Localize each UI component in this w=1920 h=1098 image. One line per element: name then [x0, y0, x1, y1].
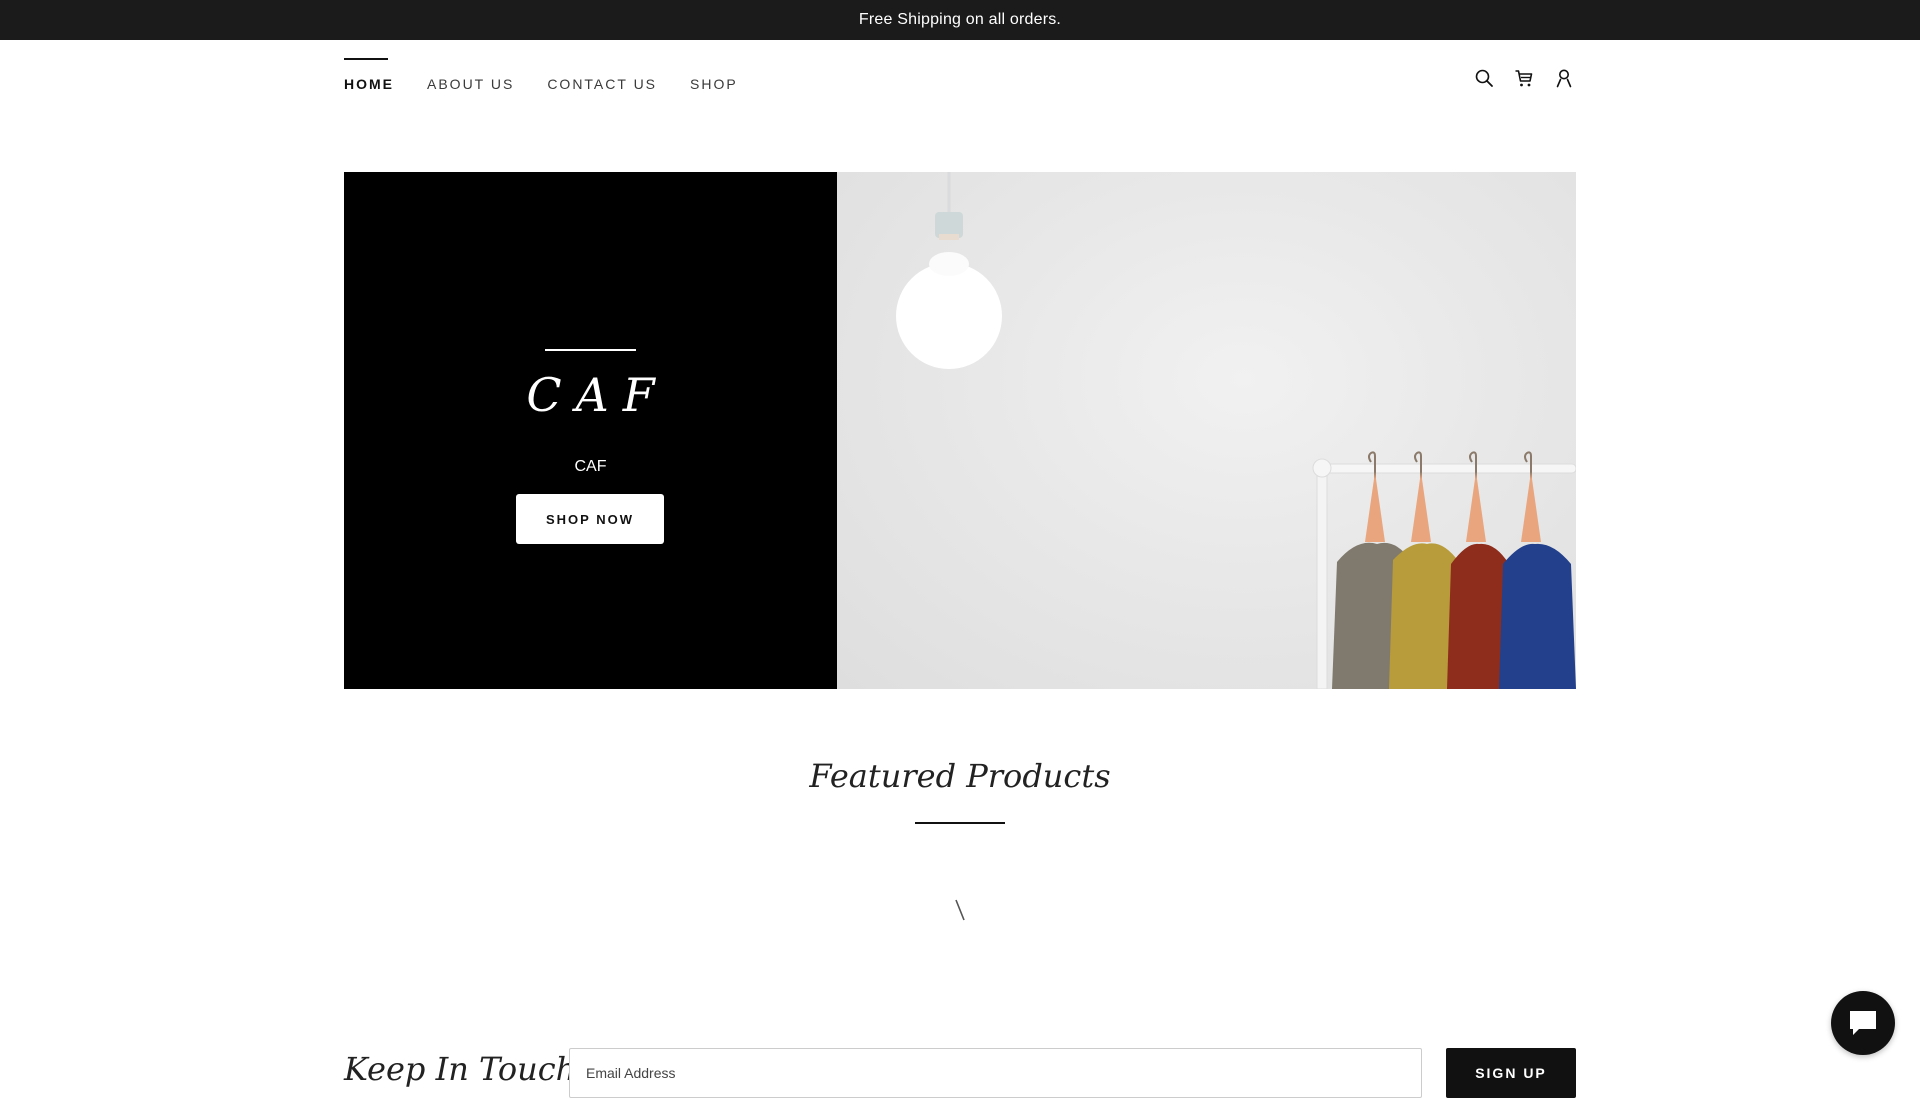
cart-icon[interactable]	[1514, 68, 1534, 88]
hero-section: CAF CAF SHOP NOW	[344, 172, 1576, 689]
nav-item-contact-us[interactable]: CONTACT US	[547, 58, 657, 92]
shop-now-button[interactable]: SHOP NOW	[516, 494, 664, 544]
chat-button[interactable]	[1831, 991, 1895, 1055]
hero-divider	[545, 349, 636, 351]
loading-spinner-icon	[955, 899, 965, 921]
hero-subtitle: CAF	[574, 458, 607, 475]
nav-item-about-us[interactable]: ABOUT US	[427, 58, 514, 92]
sign-up-button[interactable]: SIGN UP	[1446, 1048, 1576, 1098]
announcement-bar: Free Shipping on all orders.	[0, 0, 1920, 40]
featured-products-title: Featured Products	[809, 757, 1111, 795]
main-nav: HOME ABOUT US CONTACT US SHOP	[344, 58, 771, 98]
email-field[interactable]	[569, 1048, 1422, 1098]
search-icon[interactable]	[1474, 68, 1494, 88]
hero-image	[837, 172, 1576, 689]
account-icon[interactable]	[1554, 68, 1574, 88]
hero-title: CAF	[526, 368, 669, 422]
nav-item-shop[interactable]: SHOP	[690, 58, 738, 92]
hero-illustration	[896, 172, 1576, 689]
hero-text-panel: CAF CAF SHOP NOW	[344, 172, 837, 689]
nav-item-home[interactable]: HOME	[344, 58, 394, 92]
chat-icon	[1850, 1011, 1876, 1035]
newsletter-title: Keep In Touch	[344, 1050, 577, 1088]
featured-divider	[915, 822, 1005, 824]
header-icons	[1474, 68, 1574, 88]
announcement-text: Free Shipping on all orders.	[858, 11, 1062, 28]
